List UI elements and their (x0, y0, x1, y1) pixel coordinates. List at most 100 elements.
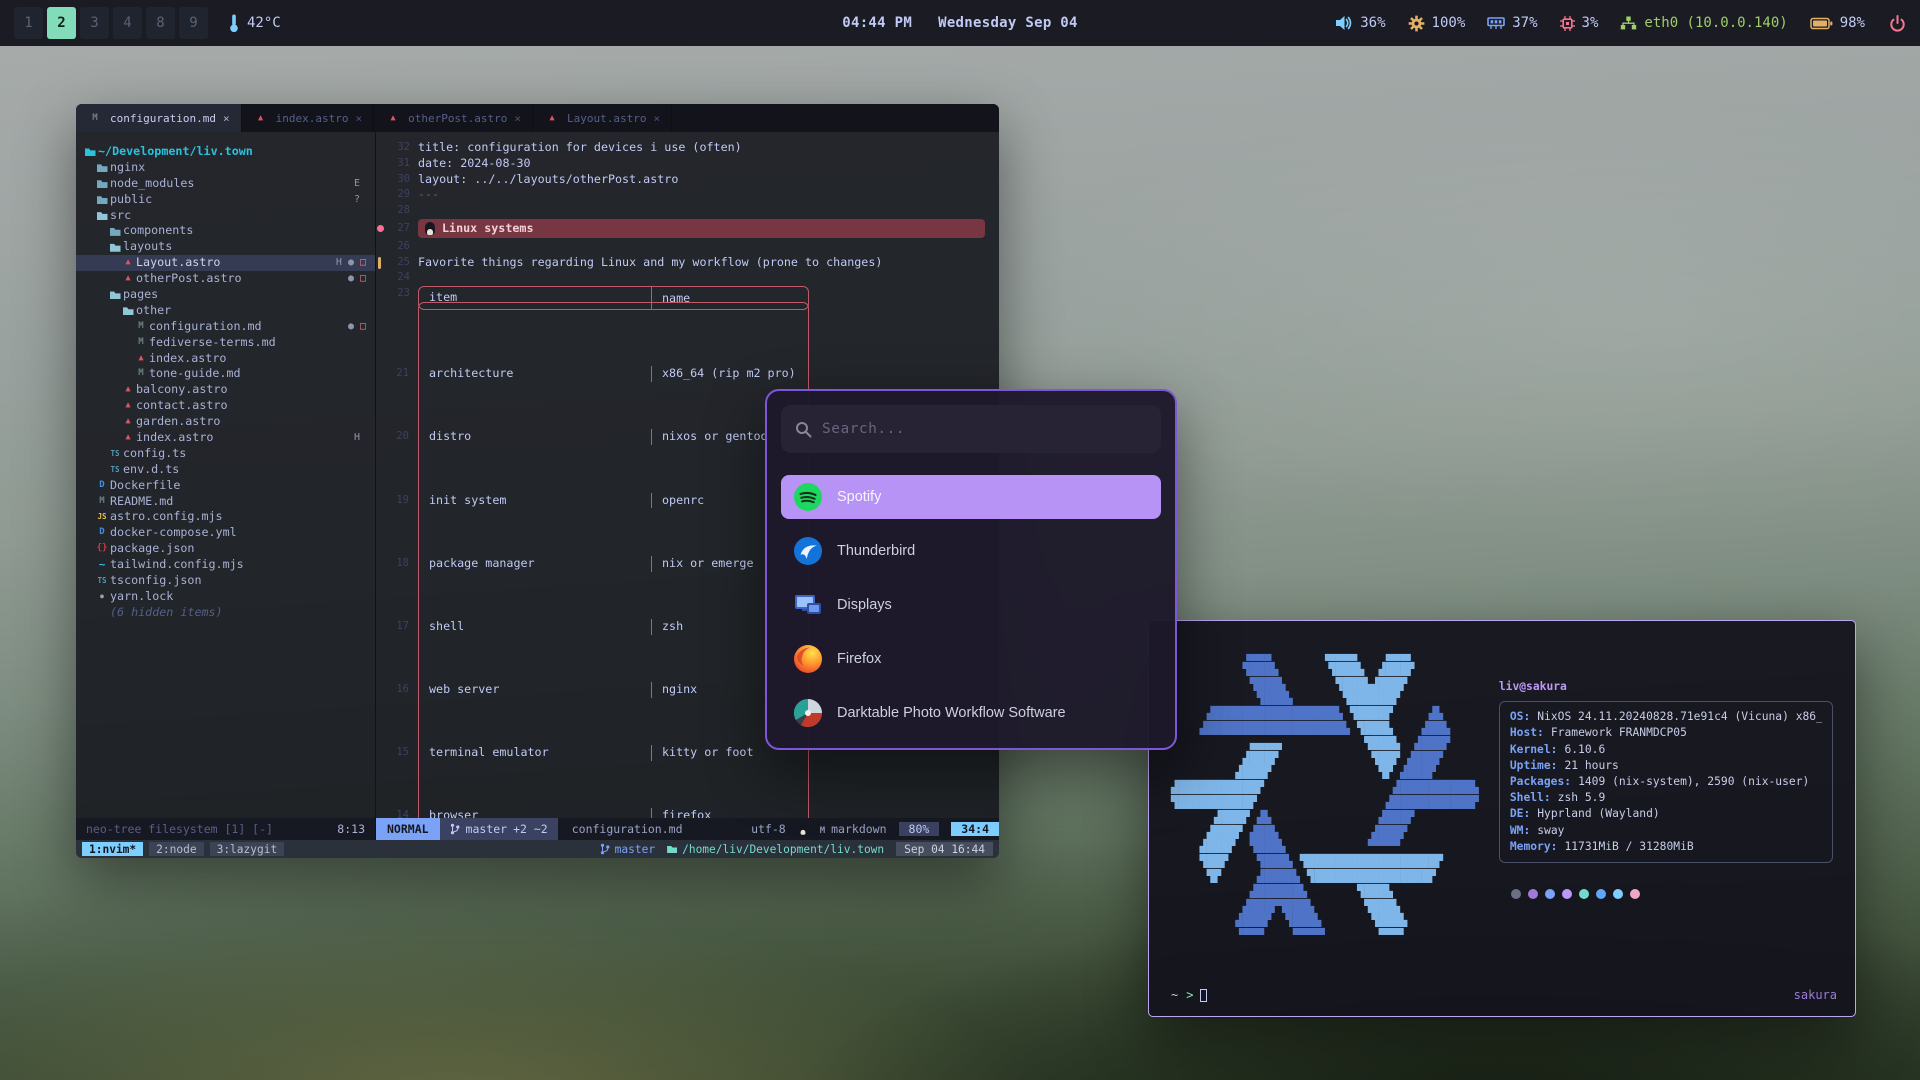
launcher-entry-thunderbird[interactable]: Thunderbird (781, 529, 1161, 573)
editor-line: 26 (376, 239, 999, 255)
markdown-heading: Linux systems (418, 219, 985, 238)
close-icon[interactable]: × (355, 112, 362, 125)
close-icon[interactable]: × (223, 112, 230, 125)
user-host-title: liv@sakura (1499, 679, 1833, 695)
tree-item[interactable]: otherPost.astro ●□ (76, 271, 375, 287)
tree-item[interactable]: config.ts (76, 446, 375, 462)
table-row: 17 shell zsh (419, 619, 808, 635)
palette-dot (1579, 889, 1589, 899)
tree-item[interactable]: garden.astro (76, 414, 375, 430)
tree-item[interactable]: tone-guide.md (76, 366, 375, 382)
search-input[interactable]: Search... (781, 405, 1161, 453)
workspace-button[interactable]: 3 (80, 7, 109, 39)
astro-icon (120, 398, 136, 414)
statusline-filename: configuration.md (572, 818, 683, 840)
tree-item[interactable]: nginx (76, 160, 375, 176)
tree-item[interactable]: tsconfig.json (76, 573, 375, 589)
tree-item[interactable]: Dockerfile (76, 478, 375, 494)
palette-dot (1511, 889, 1521, 899)
tree-item[interactable]: docker-compose.yml (76, 525, 375, 541)
tree-item[interactable]: configuration.md ●□ (76, 319, 375, 335)
tree-item[interactable]: tailwind.config.mjs (76, 557, 375, 573)
tab-otherpost-astro[interactable]: otherPost.astro × (374, 104, 533, 132)
power-button[interactable] (1889, 15, 1906, 32)
tmux-window[interactable]: 1:nvim* (82, 842, 143, 856)
cpu-icon (1560, 16, 1575, 31)
launcher-entry-darktable[interactable]: Darktable Photo Workflow Software (781, 691, 1161, 735)
markdown-icon (94, 494, 110, 510)
workspace-button[interactable]: 4 (113, 7, 142, 39)
status-bar: 1 2 3 4 8 9 42°C 04:44 PM Wednesday Sep … (0, 0, 1920, 46)
fastfetch-info: liv@sakura OS: NixOS 24.11.20240828.71e9… (1499, 679, 1833, 943)
tree-item[interactable]: Layout.astro H ●□ (76, 255, 375, 271)
palette-dot (1545, 889, 1555, 899)
editor-line: 23 item name (376, 286, 999, 302)
cursor-position: 34:4 (951, 822, 999, 836)
tree-item[interactable]: ~/Development/liv.town (76, 144, 375, 160)
folder-icon (94, 179, 110, 188)
tailwind-icon (94, 557, 110, 573)
editor-line: 31 date: 2024-08-30 (376, 156, 999, 172)
git-branch-icon (600, 843, 610, 855)
tree-item[interactable]: src (76, 208, 375, 224)
workspace-button[interactable]: 9 (179, 7, 208, 39)
info-line: OS: NixOS 24.11.20240828.71e91c4 (Vicuna… (1510, 709, 1822, 725)
tree-item[interactable]: other (76, 303, 375, 319)
volume-value: 36% (1360, 15, 1385, 31)
tree-item[interactable]: README.md (76, 494, 375, 510)
launcher-entry-firefox[interactable]: Firefox (781, 637, 1161, 681)
workspace-button[interactable]: 2 (47, 7, 76, 39)
tree-item[interactable]: index.astro H (76, 430, 375, 446)
folder-open-icon (94, 211, 110, 220)
tree-item[interactable]: contact.astro (76, 398, 375, 414)
workspace-button[interactable]: 1 (14, 7, 43, 39)
tree-item[interactable]: pages (76, 287, 375, 303)
launcher-entry-displays[interactable]: Displays (781, 583, 1161, 627)
close-icon[interactable]: × (514, 112, 521, 125)
editor-line: 25 Favorite things regarding Linux and m… (376, 255, 999, 271)
launcher-entry-spotify[interactable]: Spotify (781, 475, 1161, 519)
battery-value: 98% (1840, 15, 1865, 31)
table-row: 16 web server nginx (419, 682, 808, 698)
brightness-module: 100% (1408, 15, 1466, 32)
tree-item[interactable]: fediverse-terms.md (76, 335, 375, 351)
tmux-clock: Sep 04 16:44 (896, 842, 993, 856)
tree-item[interactable]: package.json (76, 541, 375, 557)
palette-dot (1596, 889, 1606, 899)
os-penguin-icon (799, 824, 807, 834)
tree-item[interactable]: index.astro (76, 351, 375, 367)
gear-icon (1408, 15, 1425, 32)
tree-item[interactable]: node_modules E (76, 176, 375, 192)
launcher-entries: Spotify Thunderbird Displays Firefox Dar… (767, 475, 1175, 735)
tmux-window[interactable]: 2:node (149, 842, 203, 856)
vim-mode-indicator: NORMAL (376, 818, 440, 840)
workspace-button[interactable]: 8 (146, 7, 175, 39)
markdown-icon (820, 822, 825, 836)
tree-item[interactable]: astro.config.mjs (76, 509, 375, 525)
astro-icon (120, 255, 136, 271)
tree-item[interactable]: layouts (76, 239, 375, 255)
docker-icon (94, 478, 110, 494)
darktable-icon (793, 698, 823, 728)
tab-layout-astro[interactable]: Layout.astro × (533, 104, 672, 132)
info-line: Memory: 11731MiB / 31280MiB (1510, 839, 1822, 855)
table-row: 21 architecture x86_64 (rip m2 pro) (419, 366, 808, 382)
tree-item[interactable]: components (76, 223, 375, 239)
shell-prompt[interactable]: ~ > (1171, 988, 1207, 1002)
tree-item[interactable]: env.d.ts (76, 462, 375, 478)
info-line: DE: Hyprland (Wayland) (1510, 806, 1822, 822)
tab-index-astro[interactable]: index.astro × (242, 104, 374, 132)
clock-module: 04:44 PM Wednesday Sep 04 (842, 15, 1078, 31)
tree-item[interactable]: (6 hidden items) (76, 605, 375, 621)
cpu-value: 3% (1582, 15, 1599, 31)
temperature-value: 42°C (247, 15, 281, 31)
tab-configuration-md[interactable]: configuration.md × (76, 104, 242, 132)
tree-item[interactable]: balcony.astro (76, 382, 375, 398)
close-icon[interactable]: × (654, 112, 661, 125)
tree-item[interactable]: yarn.lock (76, 589, 375, 605)
tree-item[interactable]: public ? (76, 192, 375, 208)
tmux-window[interactable]: 3:lazygit (210, 842, 285, 856)
info-line: Host: Framework FRANMDCP05 (1510, 725, 1822, 741)
terminal-window[interactable]: ▗▄▄▄ ▗▄▄▄▄ ▄▄▄▖ ▜███▙ ▜███▙ ▟███▛ ▜███▙ … (1148, 620, 1856, 1017)
tmux-statusbar: 1:nvim* 2:node 3:lazygit master /home/li… (76, 840, 999, 858)
